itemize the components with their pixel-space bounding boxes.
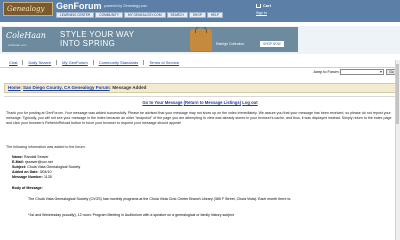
cart-icon [256,3,261,8]
email-value: rjseaver@cox.net [24,160,53,164]
nav-help[interactable]: HELP [206,12,224,18]
name-label: Name: [12,155,23,159]
handbag-image [190,27,212,51]
message-info: Name: Randall Seaver E-Mail: rjseaver@co… [12,155,80,180]
logout-link[interactable]: Log out [242,100,257,105]
nav-learning-center[interactable]: LEARNING CENTER [56,12,95,18]
forum-nav-my-genforum[interactable]: My GenForum [57,60,94,65]
body-paragraph-2: *1st and Wednesday (usually), 12 noon: P… [28,213,234,217]
ad-domain: colehaan.com [8,43,27,47]
breadcrumb-home[interactable]: Home [8,85,21,90]
breadcrumb-current: Message Added [112,85,147,90]
ad-banner[interactable]: ColeHaan colehaan.com STYLE YOUR WAY INT… [2,27,298,52]
forum-nav-community-standards[interactable]: Community Standards [94,60,145,65]
go-to-message-link[interactable]: Go to Your Message [142,100,182,105]
name-value: Randall Seaver [24,155,49,159]
subject-value: Chula Vista Genealogical Society [27,165,81,169]
body-paragraph-1: The Chula Vista Genealogical Society (CV… [28,197,292,201]
nav-search[interactable]: SEARCH [166,12,188,18]
ad-slogan-line1: STYLE YOUR WAY [60,30,135,39]
return-to-listings-link[interactable]: (Return to Message Listings) [184,100,241,105]
divider [0,67,400,68]
ad-banner-area: ColeHaan colehaan.com STYLE YOUR WAY INT… [0,26,400,54]
number-label: Message Number: [12,175,43,179]
site-title: GenForum [56,1,102,11]
ad-shop-button[interactable]: SHOP NOW [260,41,284,47]
info-intro-text: The following information was added to t… [6,145,86,149]
date-label: Added on Date: [12,170,39,174]
jump-label: Jump to Forum: [313,70,340,74]
confirmation-text: Thank you for posting at GenForum. Your … [6,111,392,125]
ad-collection: Raleigh Collection [216,42,245,46]
nav-community[interactable]: COMMUNITY [95,12,123,18]
number-value: 1135 [43,175,52,179]
nav-shop[interactable]: SHOP [188,12,206,18]
forum-nav-terms[interactable]: Terms of Service [144,60,184,65]
sign-in-link[interactable]: Sign In [256,11,267,15]
email-label: E-Mail: [12,160,24,164]
nav-my-genealogy[interactable]: MY GENEALOGY.COM [123,12,166,18]
forum-nav-chat[interactable]: Chat [4,60,24,65]
forum-nav: Chat Daily Search My GenForum Community … [4,60,184,65]
info-number-row: Message Number: 1135 [12,175,80,180]
subject-label: Subject: [12,165,27,169]
breadcrumb-forum[interactable]: San Diego County, CA Genealogy Forum [23,85,110,90]
ad-brand: ColeHaan [6,31,46,40]
jump-to-forum-select[interactable] [340,69,384,75]
genealogy-logo[interactable]: Genealogy [3,2,53,16]
top-nav: LEARNING CENTER COMMUNITY MY GENEALOGY.C… [56,12,224,18]
divider [4,96,396,97]
site-header: Genealogy GenForum powered by Genealogy.… [0,0,400,22]
ad-slogan-line2: INTO SPRING [60,39,116,48]
breadcrumb: Home: San Diego County, CA Genealogy For… [4,83,396,93]
body-label: Body of Message: [12,186,43,190]
cart-link[interactable]: Cart [256,3,271,8]
message-links: Go to Your Message (Return to Message Li… [0,100,400,105]
forum-nav-daily-search[interactable]: Daily Search [23,60,58,65]
cart-label: Cart [263,3,272,8]
powered-by-text: powered by Genealogy.com [104,4,148,8]
scrollbar-thumb[interactable] [396,64,399,124]
date-value: 3/04/10 [39,170,52,174]
